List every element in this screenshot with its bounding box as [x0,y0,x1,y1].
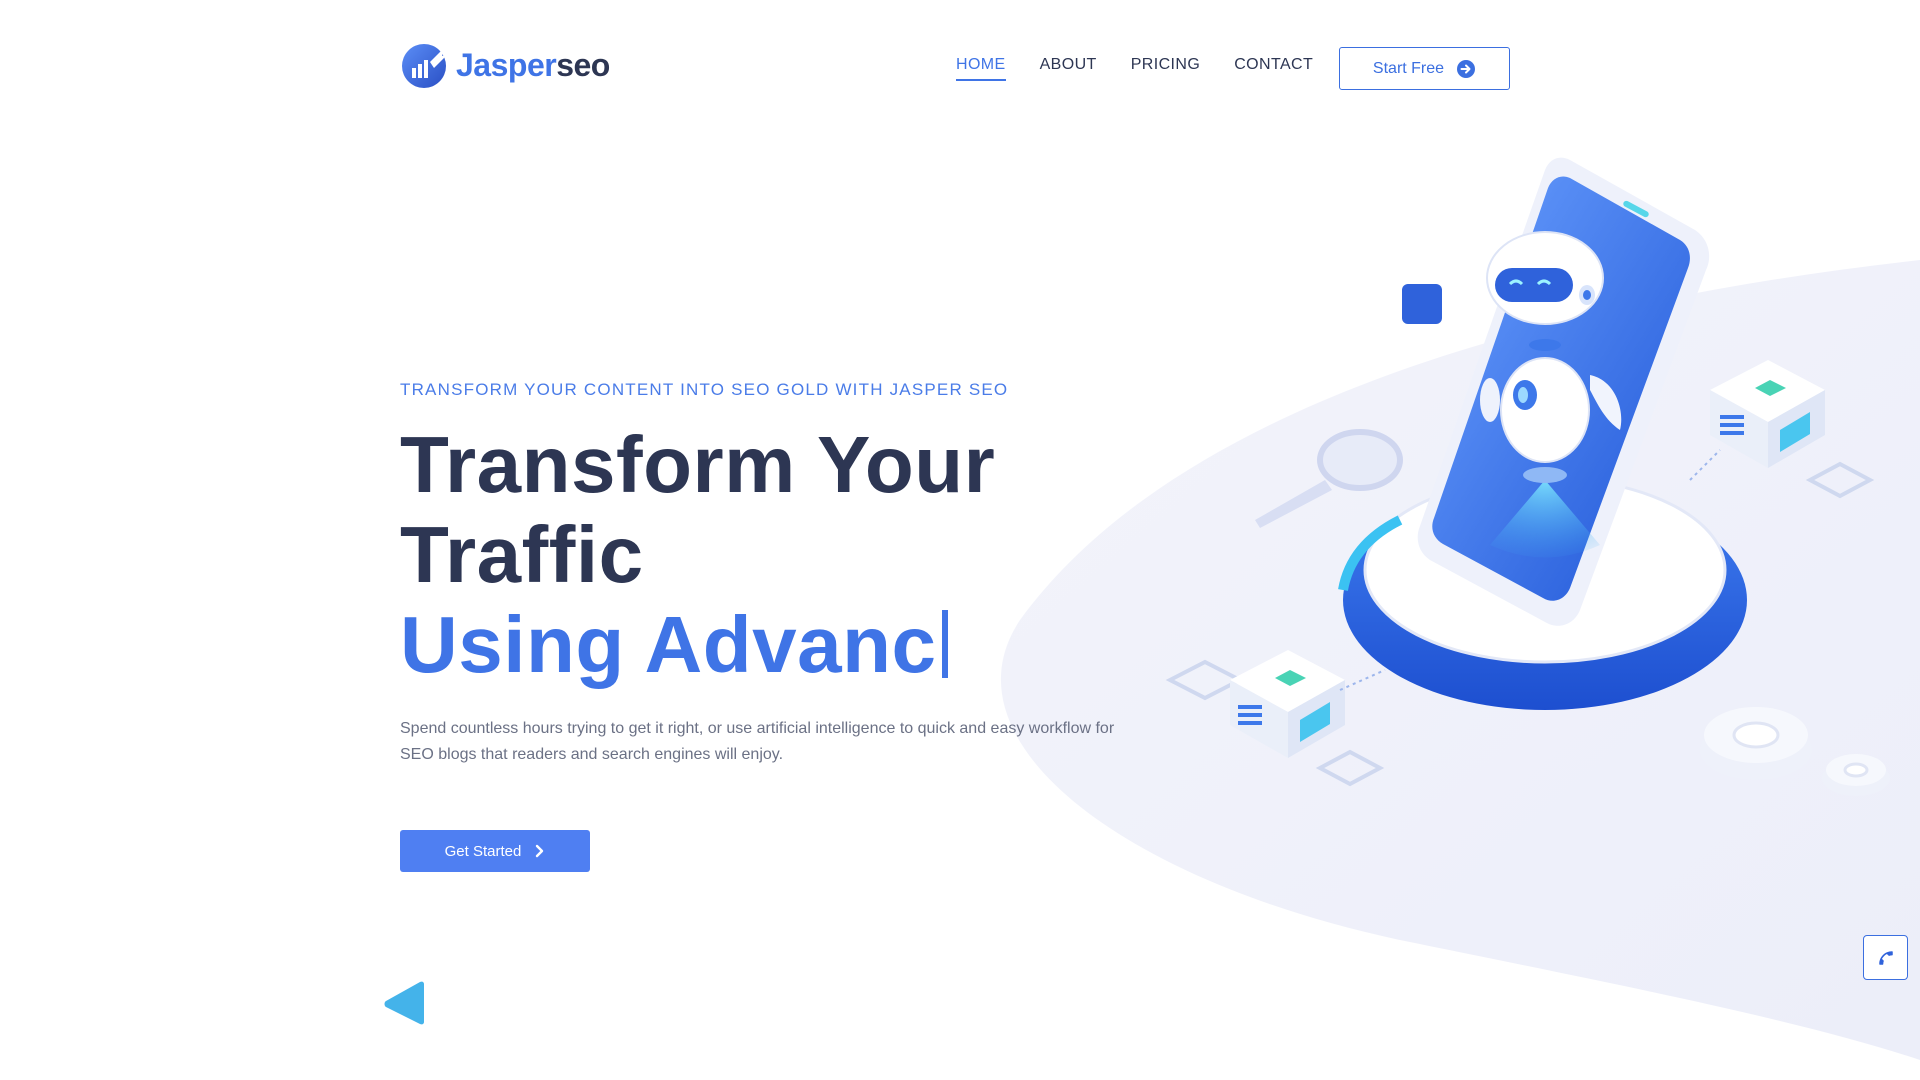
start-free-button[interactable]: Start Free [1339,47,1510,90]
chevron-right-icon [536,844,544,858]
logo-icon [402,44,448,88]
get-started-button[interactable]: Get Started [400,830,590,872]
server-icon-right [1689,360,1875,499]
headline-line-2: Traffic [400,510,644,599]
phone-icon [1878,950,1893,965]
headline-typed-text: Using Advanc [400,600,937,689]
nav-item-contact[interactable]: CONTACT [1234,56,1313,81]
logo-text-part2: seo [556,46,610,83]
arrow-right-circle-icon [1457,59,1476,78]
main-nav: HOME ABOUT PRICING CONTACT [956,56,1313,81]
logo-text-part1: Jasper [456,46,557,83]
hero-section: TRANSFORM YOUR CONTENT INTO SEO GOLD WIT… [400,380,1160,872]
logo[interactable]: Jasperseo [400,40,610,90]
gear-icon [1700,707,1890,796]
start-free-label: Start Free [1372,59,1445,77]
get-started-label: Get Started [444,842,522,860]
nav-item-pricing[interactable]: PRICING [1131,56,1200,81]
robot-phone-illustration [1165,157,1890,796]
phone-call-button[interactable] [1863,935,1908,980]
hero-description: Spend countless hours trying to get it r… [400,720,1115,763]
magnifier-icon [1255,429,1403,528]
hero-headline: Transform Your Traffic Using Advanc [400,420,1160,690]
nav-item-home[interactable]: HOME [956,56,1006,81]
hero-eyebrow: TRANSFORM YOUR CONTENT INTO SEO GOLD WIT… [400,380,1009,399]
site-header: Jasperseo HOME ABOUT PRICING CONTACT Sta… [0,0,1920,140]
square-deco [1402,284,1442,324]
triangle-deco [384,981,424,1025]
typing-cursor [942,610,949,678]
nav-item-about[interactable]: ABOUT [1040,56,1097,81]
logo-text: Jasperseo [456,47,610,84]
server-icon-left [1165,650,1386,787]
headline-line-1: Transform Your [400,420,996,509]
